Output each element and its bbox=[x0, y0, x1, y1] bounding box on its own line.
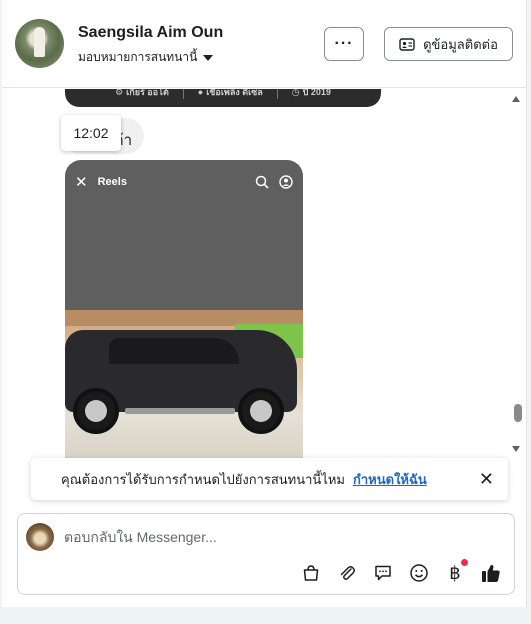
thumbs-up-icon[interactable] bbox=[480, 562, 502, 584]
saved-reply-icon[interactable] bbox=[372, 562, 394, 584]
car-wheel-rear bbox=[238, 388, 284, 434]
contact-avatar[interactable] bbox=[15, 19, 64, 68]
scrollbar-thumb[interactable] bbox=[514, 404, 522, 422]
view-contact-button[interactable]: ดูข้อมูลติดต่อ bbox=[384, 27, 513, 61]
contact-name[interactable]: Saengsila Aim Oun bbox=[78, 24, 223, 42]
close-icon[interactable]: ✕ bbox=[479, 469, 494, 490]
baht-icon[interactable]: ฿ bbox=[444, 559, 468, 584]
gear-spec: ⚙ เกียร์ ออโต้ bbox=[115, 89, 169, 97]
car-photo bbox=[65, 310, 303, 460]
emoji-icon[interactable] bbox=[408, 562, 430, 584]
conversation-panel: Saengsila Aim Oun มอบหมายการสนทนานี้ ···… bbox=[2, 0, 527, 607]
assign-to-me-link[interactable]: กำหนดให้ฉัน bbox=[353, 469, 427, 490]
assign-label: มอบหมายการสนทนานี้ bbox=[78, 50, 198, 64]
reply-input[interactable] bbox=[64, 526, 484, 548]
scroll-down-arrow[interactable] bbox=[512, 446, 520, 452]
timestamp-tooltip: 12:02 bbox=[61, 115, 121, 151]
divider bbox=[182, 89, 184, 99]
listing-card-footer[interactable]: ⚙ เกียร์ ออโต้ ● เชื้อเพลิง ดีเซล ◷ ปี 2… bbox=[65, 89, 381, 107]
reply-composer: ฿ bbox=[17, 513, 515, 595]
id-card-icon bbox=[399, 37, 415, 51]
composer-toolbar: ฿ bbox=[300, 559, 502, 584]
scroll-up-arrow[interactable] bbox=[512, 96, 520, 102]
reel-header: ✕ Reels bbox=[65, 160, 303, 204]
search-icon[interactable] bbox=[255, 175, 269, 189]
assign-notice: คุณต้องการได้รับการกำหนดไปยังการสนทนานี้… bbox=[31, 458, 508, 500]
car-side-step bbox=[125, 408, 235, 414]
year-spec: ◷ ปี 2019 bbox=[291, 89, 331, 97]
car-wheel-front bbox=[73, 388, 119, 434]
conversation-header: Saengsila Aim Oun มอบหมายการสนทนานี้ ···… bbox=[2, 0, 526, 88]
message-list[interactable]: ⚙ เกียร์ ออโต้ ● เชื้อเพลิง ดีเซล ◷ ปี 2… bbox=[2, 89, 526, 507]
fuel-spec: ● เชื้อเพลิง ดีเซล bbox=[197, 89, 263, 97]
more-options-button[interactable]: ··· bbox=[324, 27, 364, 61]
reel-label: Reels bbox=[97, 176, 127, 188]
assign-notice-text: คุณต้องการได้รับการกำหนดไปยังการสนทนานี้… bbox=[61, 471, 345, 487]
chevron-down-icon bbox=[203, 54, 214, 61]
notification-dot bbox=[461, 559, 468, 566]
user-circle-icon[interactable] bbox=[279, 175, 293, 189]
paperclip-icon[interactable] bbox=[336, 562, 358, 584]
view-contact-label: ดูข้อมูลติดต่อ bbox=[423, 36, 498, 52]
reel-attachment[interactable]: ✕ Reels bbox=[65, 160, 303, 460]
divider bbox=[276, 89, 278, 99]
ellipsis-icon: ··· bbox=[334, 35, 354, 52]
close-icon[interactable]: ✕ bbox=[75, 173, 88, 191]
baht-glyph: ฿ bbox=[449, 562, 461, 584]
page-avatar bbox=[26, 523, 54, 551]
assign-conversation-dropdown[interactable]: มอบหมายการสนทนานี้ bbox=[78, 48, 214, 67]
car-window bbox=[109, 338, 239, 364]
shopping-bag-icon[interactable] bbox=[300, 562, 322, 584]
